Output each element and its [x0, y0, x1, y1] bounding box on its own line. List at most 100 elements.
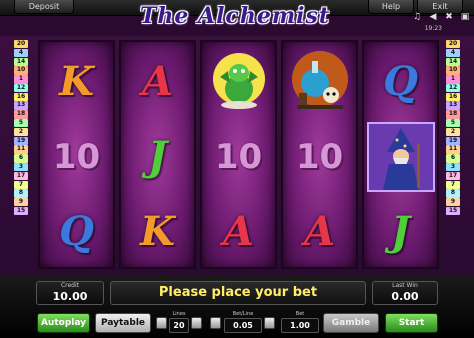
deposit-button[interactable]: Deposit	[14, 0, 74, 14]
payline-right-11: 11	[446, 145, 460, 154]
last-win-label: Last Win	[392, 282, 418, 289]
symbol-j: J	[148, 133, 167, 180]
dragon-icon	[212, 52, 265, 109]
lines-label: Lines	[172, 311, 186, 317]
top-icons: ♫ ◀ ✖ ▣	[412, 12, 470, 22]
payline-right-18: 18	[446, 110, 460, 119]
bet-line-label: Bet/Line	[232, 311, 254, 317]
start-button[interactable]: Start	[385, 313, 438, 333]
payline-right-4: 4	[446, 48, 460, 58]
payline-left-16: 16	[14, 92, 28, 102]
symbol-j: J	[391, 208, 410, 255]
payline-right-20: 20	[446, 40, 460, 49]
paytable-button[interactable]: Paytable	[95, 313, 151, 333]
payline-right-15: 15	[446, 206, 460, 216]
payline-right-6: 6	[446, 154, 460, 163]
reel-symbol: 10	[202, 119, 275, 194]
bet-value: 1.00	[281, 318, 319, 333]
reel-symbol: J	[364, 194, 437, 269]
reel-2: AJK	[119, 40, 196, 269]
bet-panel: Bet 1.00	[281, 311, 319, 333]
bet-line-decrease-button[interactable]	[210, 317, 221, 329]
credit-panel: Credit 10.00	[36, 281, 104, 305]
bet-line-increase-button[interactable]	[264, 317, 275, 329]
symbol-a: A	[141, 58, 174, 105]
payline-left-5: 5	[14, 119, 28, 128]
fullscreen-icon[interactable]: ▣	[460, 12, 470, 22]
sound-icon[interactable]: ◀	[428, 12, 438, 22]
paylines-left: 20 4 14 10 1 12 16 13 18 5 2 19 11 6 3 17 7 8 9 15	[14, 40, 28, 216]
payline-left-15: 15	[14, 206, 28, 216]
bet-line-value: 0.05	[224, 318, 262, 333]
payline-left-18: 18	[14, 110, 28, 119]
reel-symbol: K	[40, 44, 113, 119]
payline-right-12: 12	[446, 83, 460, 93]
last-win-value: 0.00	[391, 290, 419, 303]
payline-left-6: 6	[14, 154, 28, 163]
payline-right-10: 10	[446, 66, 460, 75]
game-title: The Alchemist	[139, 3, 331, 29]
payline-left-1: 1	[14, 75, 28, 84]
music-icon[interactable]: ♫	[412, 12, 422, 22]
symbol-wizard	[364, 119, 437, 194]
symbol-ten: 10	[295, 136, 344, 177]
payline-left-10: 10	[14, 66, 28, 75]
game-logo: The Alchemist	[104, 0, 366, 32]
payline-right-1: 1	[446, 75, 460, 84]
payline-right-9: 9	[446, 198, 460, 207]
reel-1: K 10 Q	[38, 40, 115, 269]
credit-label: Credit	[60, 282, 80, 289]
lines-value: 20	[169, 318, 189, 333]
credit-value: 10.00	[52, 290, 88, 303]
symbol-k: K	[140, 208, 175, 255]
payline-right-13: 13	[446, 101, 460, 110]
status-message: Please place your bet	[110, 281, 366, 305]
payline-left-3: 3	[14, 162, 28, 172]
symbol-a: A	[303, 208, 336, 255]
reel-4: 10 A	[281, 40, 358, 269]
payline-right-5: 5	[446, 119, 460, 128]
settings-icon[interactable]: ✖	[444, 12, 454, 22]
symbol-dragon	[202, 44, 275, 119]
potion-icon	[291, 50, 348, 109]
gamble-button[interactable]: Gamble	[323, 313, 379, 333]
symbol-q: Q	[383, 58, 418, 105]
payline-right-8: 8	[446, 189, 460, 198]
payline-right-17: 17	[446, 171, 460, 181]
lines-panel: Lines 20	[169, 311, 189, 333]
last-win-panel: Last Win 0.00	[372, 281, 438, 305]
reel-symbol: A	[121, 44, 194, 119]
bet-line-panel: Bet/Line 0.05	[224, 311, 262, 333]
reel-3: 10 A	[200, 40, 277, 269]
bet-label: Bet	[295, 311, 305, 317]
autoplay-button[interactable]: Autoplay	[37, 313, 90, 333]
payline-right-7: 7	[446, 180, 460, 189]
payline-left-2: 2	[14, 127, 28, 137]
payline-right-19: 19	[446, 136, 460, 145]
payline-left-14: 14	[14, 57, 28, 66]
wizard-icon	[366, 121, 435, 192]
reel-symbol: Q	[40, 194, 113, 269]
payline-left-13: 13	[14, 101, 28, 110]
lines-increase-button[interactable]	[191, 317, 202, 329]
reel-symbol: K	[121, 194, 194, 269]
symbol-q: Q	[59, 208, 94, 255]
reel-symbol: A	[202, 194, 275, 269]
payline-left-7: 7	[14, 180, 28, 189]
payline-left-12: 12	[14, 83, 28, 93]
payline-right-16: 16	[446, 92, 460, 102]
reel-symbol: 10	[283, 119, 356, 194]
payline-left-9: 9	[14, 198, 28, 207]
symbol-ten: 10	[52, 136, 101, 177]
help-button[interactable]: Help	[368, 0, 414, 14]
payline-right-2: 2	[446, 127, 460, 137]
reel-symbol: 10	[40, 119, 113, 194]
reel-symbol: J	[121, 119, 194, 194]
payline-right-3: 3	[446, 162, 460, 172]
symbol-a: A	[222, 208, 255, 255]
clock: 19:23	[424, 25, 442, 32]
payline-left-19: 19	[14, 136, 28, 145]
lines-decrease-button[interactable]	[156, 317, 167, 329]
symbol-k: K	[59, 58, 94, 105]
reel-5: QJ	[362, 40, 439, 269]
